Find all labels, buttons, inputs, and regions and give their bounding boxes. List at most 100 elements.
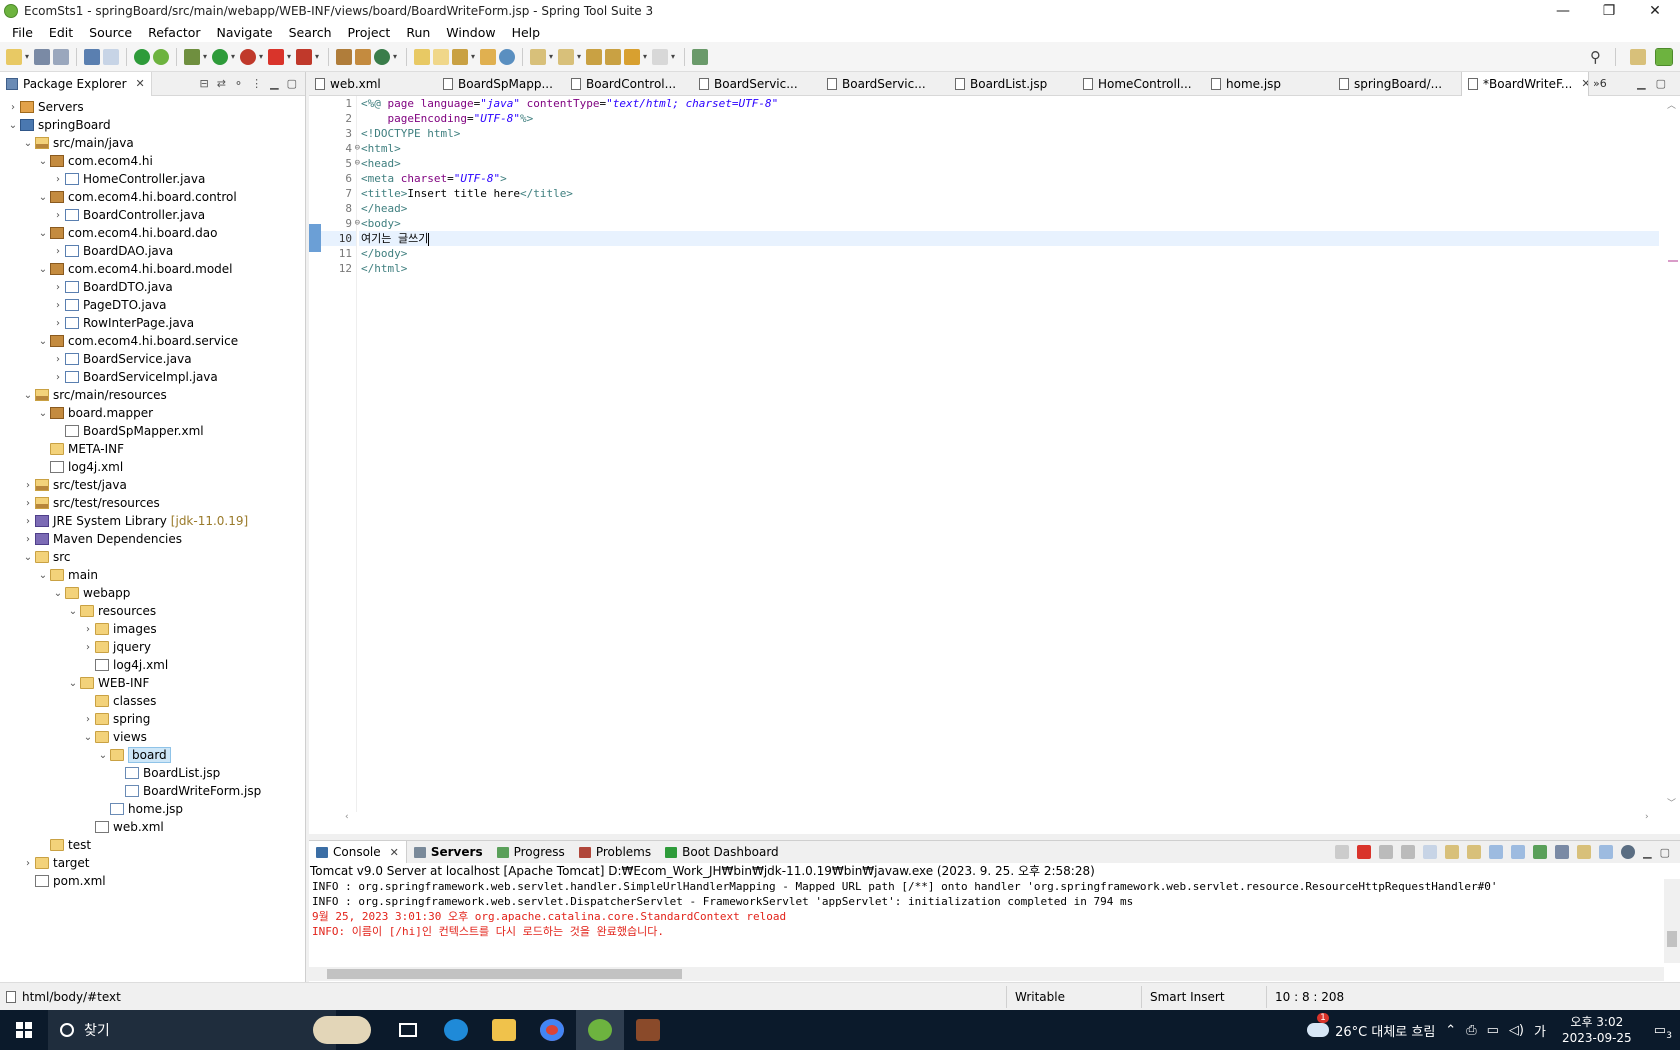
menu-search[interactable]: Search <box>281 25 340 40</box>
tab-progress[interactable]: Progress <box>490 841 572 863</box>
editor-tab[interactable]: BoardList.jsp <box>949 72 1077 96</box>
tree-item[interactable]: › JRE System Library [jdk-11.0.19] <box>0 512 305 530</box>
filters-icon[interactable]: ⚬ <box>234 77 243 90</box>
tree-item[interactable]: › HomeController.java <box>0 170 305 188</box>
collapsed-arrow-icon[interactable]: › <box>6 102 20 113</box>
tab-console[interactable]: Console ✕ <box>309 841 407 863</box>
previous-annotation-dropdown-icon[interactable]: ▾ <box>577 49 583 65</box>
collapsed-arrow-icon[interactable]: › <box>51 210 65 221</box>
code-line[interactable]: <html> <box>359 141 1659 156</box>
back-icon[interactable] <box>624 48 640 65</box>
tree-item[interactable]: ⌄ src/main/resources <box>0 386 305 404</box>
tree-item[interactable]: › images <box>0 620 305 638</box>
editor-vertical-scrollbar[interactable]: ︿ ﹀ <box>1664 96 1680 812</box>
code-line[interactable]: <!DOCTYPE html> <box>359 126 1659 141</box>
game-app[interactable] <box>624 1010 672 1050</box>
terminate-icon[interactable] <box>1357 845 1372 859</box>
tree-item[interactable]: ⌄ src <box>0 548 305 566</box>
editor-tab[interactable]: BoardServic... <box>693 72 821 96</box>
collapsed-arrow-icon[interactable]: › <box>51 318 65 329</box>
editor-tab[interactable]: springBoard/... <box>1333 72 1461 96</box>
code-line[interactable]: <head> <box>359 156 1659 171</box>
expanded-arrow-icon[interactable]: ⌄ <box>66 606 80 617</box>
menu-project[interactable]: Project <box>340 25 399 40</box>
link-with-editor-icon[interactable]: ⇄ <box>217 77 226 90</box>
debug-icon[interactable] <box>184 48 200 65</box>
collapsed-arrow-icon[interactable]: › <box>81 714 95 725</box>
expanded-arrow-icon[interactable]: ⌄ <box>66 678 80 689</box>
tree-item[interactable]: pom.xml <box>0 872 305 890</box>
tree-item[interactable]: › BoardDAO.java <box>0 242 305 260</box>
external-tools-icon[interactable] <box>240 48 256 65</box>
new-java-class-icon[interactable] <box>355 48 371 65</box>
minimize-button[interactable]: — <box>1540 0 1586 22</box>
tree-item[interactable]: META-INF <box>0 440 305 458</box>
back-dropdown-icon[interactable]: ▾ <box>643 49 649 65</box>
pin-console-icon[interactable] <box>1511 845 1526 859</box>
disconnect-icon[interactable] <box>296 48 312 65</box>
tree-item[interactable]: log4j.xml <box>0 656 305 674</box>
open-type-icon[interactable] <box>414 48 430 65</box>
skip-breakpoints-icon[interactable] <box>103 48 119 65</box>
new-spring-dropdown-icon[interactable]: ▾ <box>393 49 399 65</box>
editor-tab[interactable]: web.xml <box>309 72 437 96</box>
tree-item[interactable]: log4j.xml <box>0 458 305 476</box>
display-selected-console-icon[interactable] <box>1533 845 1548 859</box>
collapsed-arrow-icon[interactable]: › <box>51 372 65 383</box>
forward-dropdown-icon[interactable]: ▾ <box>671 49 677 65</box>
next-annotation-icon[interactable] <box>530 48 546 65</box>
new-console-icon[interactable] <box>1577 845 1592 859</box>
console-horizontal-scrollbar[interactable] <box>309 967 1664 981</box>
collapsed-arrow-icon[interactable]: › <box>21 498 35 509</box>
word-wrap-icon[interactable] <box>1445 845 1460 859</box>
collapse-all-icon[interactable]: ⊟ <box>199 77 208 90</box>
spring-tool-suite-app[interactable] <box>576 1010 624 1050</box>
new-dropdown-icon[interactable]: ▾ <box>25 49 31 65</box>
search-dropdown-icon[interactable]: ▾ <box>471 49 477 65</box>
tree-item[interactable]: ⌄ WEB-INF <box>0 674 305 692</box>
tree-item[interactable]: › src/test/resources <box>0 494 305 512</box>
ime-indicator[interactable]: 가 <box>1534 1021 1546 1040</box>
menu-edit[interactable]: Edit <box>41 25 81 40</box>
show-on-output-icon[interactable] <box>1467 845 1482 859</box>
scrollbar-thumb[interactable] <box>1667 931 1677 947</box>
tree-item[interactable]: ⌄ views <box>0 728 305 746</box>
forward-icon[interactable] <box>652 48 668 65</box>
editor-tab[interactable]: BoardControl... <box>565 72 693 96</box>
console-output[interactable]: INFO : org.springframework.web.servlet.h… <box>309 879 1680 939</box>
network-icon[interactable]: ▭ <box>1487 1023 1499 1038</box>
tree-item[interactable]: › jquery <box>0 638 305 656</box>
show-java-stack-icon[interactable] <box>1599 845 1614 859</box>
tree-item[interactable]: ⌄ springBoard <box>0 116 305 134</box>
run-dropdown-icon[interactable]: ▾ <box>231 49 237 65</box>
console-settings-icon[interactable] <box>1621 845 1636 859</box>
collapsed-arrow-icon[interactable]: › <box>21 858 35 869</box>
editor-tab[interactable]: *BoardWriteF... ✕ <box>1461 71 1589 96</box>
code-line[interactable]: 여기는 글쓰기 <box>359 231 1659 246</box>
volume-icon[interactable]: ◁) <box>1509 1023 1524 1038</box>
stop-dropdown-icon[interactable]: ▾ <box>287 49 293 65</box>
tree-item[interactable]: classes <box>0 692 305 710</box>
collapsed-arrow-icon[interactable]: › <box>21 534 35 545</box>
tree-item[interactable]: ⌄ com.ecom4.hi.board.control <box>0 188 305 206</box>
tree-item[interactable]: ⌄ com.ecom4.hi <box>0 152 305 170</box>
tree-item[interactable]: web.xml <box>0 818 305 836</box>
menu-run[interactable]: Run <box>398 25 438 40</box>
taskbar-search-box[interactable]: 찾기 <box>48 1010 371 1050</box>
tree-item[interactable]: › spring <box>0 710 305 728</box>
tree-item[interactable]: › PageDTO.java <box>0 296 305 314</box>
expanded-arrow-icon[interactable]: ⌄ <box>36 408 50 419</box>
console-vertical-scrollbar[interactable] <box>1664 879 1680 963</box>
new-spring-starter-icon[interactable] <box>374 48 390 65</box>
expanded-arrow-icon[interactable]: ⌄ <box>21 390 35 401</box>
collapsed-arrow-icon[interactable]: › <box>51 300 65 311</box>
menu-file[interactable]: File <box>4 25 41 40</box>
menu-help[interactable]: Help <box>504 25 549 40</box>
editor-tab[interactable]: BoardSpMapp... <box>437 72 565 96</box>
stop-server-icon[interactable] <box>268 48 284 65</box>
tree-item[interactable]: › Maven Dependencies <box>0 530 305 548</box>
show-on-error-icon[interactable] <box>1489 845 1504 859</box>
tree-item[interactable]: BoardWriteForm.jsp <box>0 782 305 800</box>
last-edit-location-icon[interactable] <box>586 48 602 65</box>
editor-tab[interactable]: home.jsp <box>1205 72 1333 96</box>
